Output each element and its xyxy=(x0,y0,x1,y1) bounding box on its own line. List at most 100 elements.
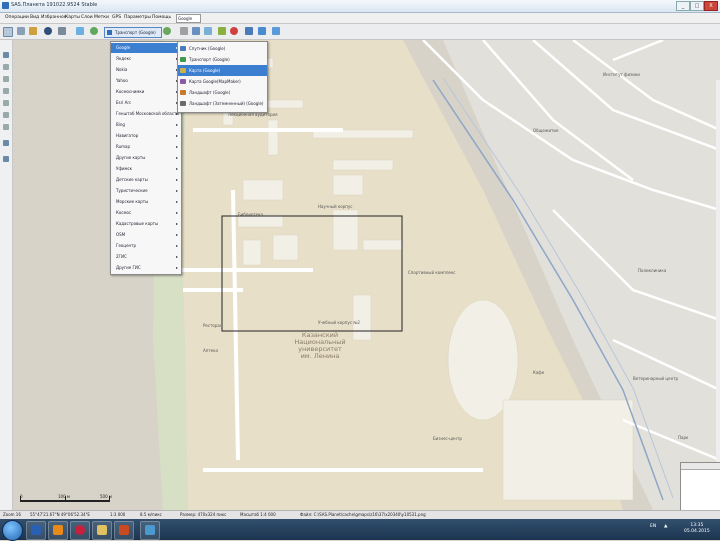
status-zoom: Zoom 16 xyxy=(3,512,21,517)
menu-view[interactable]: Вид xyxy=(30,15,39,20)
clock[interactable]: 13:35 05.04.2015 xyxy=(684,523,710,535)
menu-maps[interactable]: Карты xyxy=(65,15,80,20)
maps-dropdown-menu: Google▸ Яндекс▸ Nokia▸ Yahoo▸ Космоснимк… xyxy=(110,41,182,275)
taskbar-word[interactable] xyxy=(26,521,46,540)
taskbar: EN ▲ 13:35 05.04.2015 xyxy=(0,519,720,541)
gps-icon[interactable] xyxy=(245,27,253,35)
submenu-item[interactable]: Ландшафт (Затемненный) (Google) xyxy=(178,98,267,109)
opera-icon xyxy=(75,525,85,535)
map-label: Парк xyxy=(678,435,689,440)
dropdown-item[interactable]: Детские карты ▸ xyxy=(111,175,181,185)
menu-settings[interactable]: Параметры xyxy=(124,15,151,20)
polygon-icon[interactable] xyxy=(204,27,212,35)
dropdown-item[interactable]: Другие карты ▸ xyxy=(111,153,181,163)
zoom-in-icon[interactable] xyxy=(3,52,9,58)
globe-icon[interactable] xyxy=(44,27,52,35)
zoom-slider-icon[interactable] xyxy=(3,64,9,70)
preview-box[interactable] xyxy=(680,462,720,512)
zoom-icon[interactable] xyxy=(90,27,98,35)
map-label: Поликлиника xyxy=(638,268,667,273)
dropdown-item[interactable]: Яндекс▸ xyxy=(111,54,181,64)
folder-icon xyxy=(97,525,107,535)
dropdown-item[interactable]: Морские карты ▸ xyxy=(111,197,181,207)
dropdown-item[interactable]: Уфимск ▸ xyxy=(111,164,181,174)
menu-favorites[interactable]: Избранное xyxy=(41,15,67,20)
submenu-item[interactable]: Спутник (Google) xyxy=(178,43,267,54)
close-button[interactable]: X xyxy=(704,1,718,11)
status-file: Файл: C:\SAS.Planet\cache\gmaps\z16\37\x… xyxy=(300,512,426,517)
dropdown-item[interactable]: Геоцентр ▸ xyxy=(111,241,181,251)
google-select[interactable]: Google xyxy=(176,14,201,23)
title-bar: SAS.Планета 191022.9524 Stable _ □ X xyxy=(0,0,720,13)
menu-gps[interactable]: GPS xyxy=(112,15,121,20)
tray-arrow-icon[interactable]: ▲ xyxy=(664,524,667,529)
dropdown-item[interactable]: Другие ГИС ▸ xyxy=(111,263,181,273)
menu-operations[interactable]: Операции xyxy=(5,15,29,20)
ruler-icon[interactable] xyxy=(58,27,66,35)
refresh-icon[interactable] xyxy=(163,27,171,35)
taskbar-vlc[interactable] xyxy=(48,521,68,540)
dropdown-item-google[interactable]: Google▸ xyxy=(111,43,181,53)
status-map-scale: Масштаб 1:4 000 xyxy=(240,512,276,517)
map-layer-icon xyxy=(180,46,186,51)
taskbar-powerpoint[interactable] xyxy=(114,521,134,540)
status-resolution: 8.5 м/пикс xyxy=(140,512,162,517)
move-tool-icon[interactable] xyxy=(17,27,25,35)
dropdown-item[interactable]: Навигатор ▸ xyxy=(111,131,181,141)
word-icon xyxy=(31,525,41,535)
dropdown-item[interactable]: Rumap ▸ xyxy=(111,142,181,152)
nav-icon[interactable] xyxy=(272,27,280,35)
dropdown-item[interactable]: Кадастровые карты ▸ xyxy=(111,219,181,229)
preview-header xyxy=(681,463,720,470)
menu-bar: Операции Вид Избранное Карты Слои Метки … xyxy=(0,13,720,24)
pin-icon[interactable] xyxy=(180,27,188,35)
map-type-dropdown[interactable]: Транспорт (Google) xyxy=(104,27,162,38)
start-button[interactable] xyxy=(2,520,23,541)
menu-layers[interactable]: Слои xyxy=(81,15,93,20)
zoom-level-icon[interactable] xyxy=(3,76,9,82)
taskbar-sas-planet[interactable] xyxy=(140,521,160,540)
powerpoint-icon xyxy=(119,525,129,535)
map-layer-icon xyxy=(180,101,186,106)
dropdown-item[interactable]: Космоснимки▸ xyxy=(111,87,181,97)
menu-marks[interactable]: Метки xyxy=(94,15,109,20)
dropdown-item[interactable]: 2ГИС ▸ xyxy=(111,252,181,262)
dropdown-item[interactable]: Yahoo▸ xyxy=(111,76,181,86)
grid-icon[interactable] xyxy=(218,27,226,35)
taskbar-explorer[interactable] xyxy=(92,521,112,540)
dropdown-item[interactable]: Генштаб Московской области ▸ xyxy=(111,109,181,119)
zoom-level-icon[interactable] xyxy=(3,88,9,94)
zoom-level-icon[interactable] xyxy=(3,124,9,130)
minimize-button[interactable]: _ xyxy=(676,1,690,11)
maximize-button[interactable]: □ xyxy=(690,1,704,11)
taskbar-opera[interactable] xyxy=(70,521,90,540)
zoom-level-icon[interactable] xyxy=(3,112,9,118)
map-label: Спортивный комплекс xyxy=(408,270,456,275)
dropdown-item[interactable]: OSM ▸ xyxy=(111,230,181,240)
dropdown-item[interactable]: Nokia▸ xyxy=(111,65,181,75)
fullscreen-icon[interactable] xyxy=(76,27,84,35)
scale-label: 0 xyxy=(20,494,23,499)
dropdown-item[interactable]: Bing ▸ xyxy=(111,120,181,130)
zoom-out-icon[interactable] xyxy=(3,140,9,146)
status-coords: 55°47'21.67"N 49°06'52.34"E xyxy=(30,512,90,517)
route-icon[interactable] xyxy=(258,27,266,35)
path-icon[interactable] xyxy=(192,27,200,35)
dropdown-item[interactable]: Космос ▸ xyxy=(111,208,181,218)
map-scrollbar[interactable] xyxy=(716,80,720,500)
submenu-item[interactable]: Ландшафт (Google) xyxy=(178,87,267,98)
dropdown-item[interactable]: Esri Arc▸ xyxy=(111,98,181,108)
tool-icon[interactable] xyxy=(3,156,9,162)
stop-icon[interactable] xyxy=(230,27,238,35)
menu-help[interactable]: Помощь xyxy=(152,15,171,20)
pencil-icon[interactable] xyxy=(29,27,37,35)
window-title: SAS.Планета 191022.9524 Stable xyxy=(11,2,98,8)
select-tool-icon[interactable] xyxy=(3,27,13,37)
scale-graphic xyxy=(20,496,110,502)
submenu-item-selected[interactable]: Карта (Google) xyxy=(178,65,267,76)
submenu-item[interactable]: Карта Google(MapMaker) xyxy=(178,76,267,87)
submenu-item[interactable]: Транспорт (Google) xyxy=(178,54,267,65)
language-indicator[interactable]: EN xyxy=(650,524,656,529)
dropdown-item[interactable]: Туристические ▸ xyxy=(111,186,181,196)
zoom-level-icon[interactable] xyxy=(3,100,9,106)
